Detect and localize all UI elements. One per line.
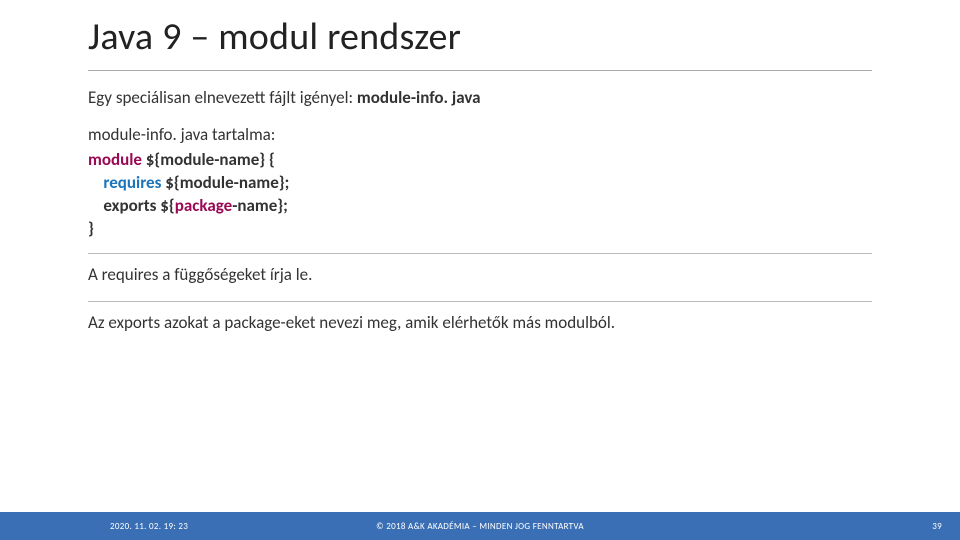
separator-2 <box>88 301 872 302</box>
contents-label: module-info. java tartalma: <box>88 124 872 147</box>
slide-content: Java 9 – modul rendszer Egy speciálisan … <box>0 0 960 335</box>
title-underline <box>88 70 872 71</box>
code-l3-rest: -name}; <box>232 195 288 216</box>
footer-timestamp: 2020. 11. 02. 19: 23 <box>110 521 188 532</box>
code-line-3: exports ${package-name}; <box>88 195 872 218</box>
exports-paragraph: Az exports azokat a package-eket nevezi … <box>88 312 872 335</box>
intro-paragraph: Egy speciálisan elnevezett fájlt igényel… <box>88 87 872 110</box>
code-l3-mid: ${ <box>156 195 174 216</box>
code-l2-indent <box>88 172 103 193</box>
keyword-requires: requires <box>103 172 161 193</box>
code-l2-rest: ${module-name}; <box>161 172 289 193</box>
footer-page-number: 39 <box>932 521 942 532</box>
slide: Java 9 – modul rendszer Egy speciálisan … <box>0 0 960 540</box>
code-line-2: requires ${module-name}; <box>88 172 872 195</box>
keyword-package: package <box>175 195 232 216</box>
requires-paragraph: A requires a függőségeket írja le. <box>88 264 872 287</box>
slide-footer: 2020. 11. 02. 19: 23 © 2018 A&K AKADÉMIA… <box>0 512 960 540</box>
code-l1-rest: ${module-name} { <box>142 149 275 170</box>
code-line-4: } <box>88 218 872 241</box>
slide-body: Egy speciálisan elnevezett fájlt igényel… <box>88 87 872 335</box>
keyword-module: module <box>88 149 142 170</box>
code-section: module-info. java tartalma: module ${mod… <box>88 124 872 241</box>
intro-filename: module-info. java <box>357 87 481 108</box>
intro-text: Egy speciálisan elnevezett fájlt igényel… <box>88 87 357 108</box>
footer-copyright: © 2018 A&K AKADÉMIA – MINDEN JOG FENNTAR… <box>376 521 584 532</box>
keyword-exports: exports <box>103 195 156 216</box>
code-line-1: module ${module-name} { <box>88 149 872 172</box>
code-block: module ${module-name} { requires ${modul… <box>88 149 872 241</box>
code-l3-indent <box>88 195 103 216</box>
separator-1 <box>88 253 872 254</box>
slide-title: Java 9 – modul rendszer <box>88 14 872 60</box>
